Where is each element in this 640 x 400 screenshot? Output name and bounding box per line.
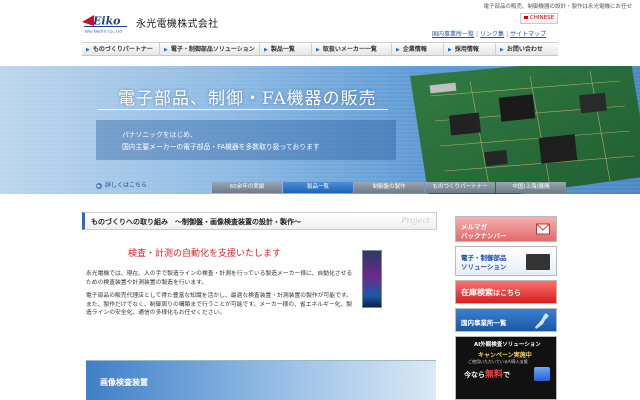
- arrow-right-icon: ▶: [448, 47, 452, 53]
- hero-detail-link[interactable]: ▶ 詳しくはこちら: [96, 180, 147, 189]
- camera-icon: [534, 367, 550, 381]
- eiko-logo-icon: Eiko Eiko Electric Co., Ltd: [82, 15, 127, 34]
- arrow-right-icon: ▶: [316, 47, 320, 53]
- circuit-board-image: [410, 66, 640, 194]
- hero-tab-partner[interactable]: ものづくりパートナー: [425, 182, 495, 193]
- hero-description: パナソニックをはじめ、 国内主要メーカーの電子部品・FA機器を多数取り扱っており…: [122, 129, 320, 153]
- ai-subtitle: ご使用いただいているAI導入支援: [468, 359, 528, 364]
- hero-banner: 電子部品、制御・FA機器の販売 パナソニックをはじめ、 国内主要メーカーの電子部…: [0, 66, 640, 194]
- ai-campaign: キャンペーン実施中: [478, 352, 532, 359]
- nav-item-solution[interactable]: ▶ 電子・制御部品ソリューション: [160, 43, 260, 56]
- arrow-right-icon: ▶: [164, 47, 168, 53]
- feature-body: 永光電機では、現在、人の手で製造ラインの検査・計測を行っている製造メーカー様に、…: [86, 270, 356, 323]
- hero-desc-line: パナソニックをはじめ、: [122, 131, 197, 139]
- utility-links: 国内事業所一覧 | リンク集 | サイトマップ: [432, 29, 546, 38]
- image-inspection-banner[interactable]: 画像検査装置: [86, 360, 436, 400]
- component-photo: [526, 254, 550, 270]
- feature-paragraph: 電子部品の販売代理店として得た豊富な知識を活かし、最適な検査装置・計測装置の製作…: [86, 293, 353, 317]
- nav-item-products[interactable]: ▶ 製品一覧: [260, 43, 312, 56]
- svg-text:Eiko: Eiko: [92, 15, 121, 28]
- arrow-right-icon: ▶: [86, 47, 90, 53]
- nav-item-partner[interactable]: ▶ ものづくりパートナー: [82, 43, 160, 56]
- feature-heading: 検査・計測の自動化を支援いたします: [128, 249, 282, 259]
- japan-map-icon: [535, 313, 549, 329]
- mailmag-banner[interactable]: メルマガ バックナンバー: [455, 216, 557, 242]
- stock-search-banner[interactable]: 在庫検索はこちら: [455, 280, 557, 304]
- inspection-device-image: [362, 250, 382, 308]
- company-name[interactable]: 永光電機株式会社: [136, 15, 218, 30]
- solution-label: ソリューション: [461, 263, 507, 271]
- hero-divider: [98, 109, 388, 110]
- arrow-circle-icon: ▶: [96, 183, 102, 189]
- chinese-label: CHINESE: [529, 15, 555, 21]
- ai-inspection-banner[interactable]: AI外観検査ソリューション キャンペーン実施中 ご使用いただいているAI導入支援…: [455, 336, 557, 400]
- banner-title: 画像検査装置: [100, 378, 148, 387]
- hero-tab-china[interactable]: 中国(上海)展開: [496, 182, 566, 193]
- arrow-right-icon: ▶: [500, 47, 504, 53]
- arrow-right-icon: ▶: [264, 47, 268, 53]
- nav-item-recruit[interactable]: ▶ 採用情報: [444, 43, 496, 56]
- ai-title: AI外観検査ソリューション: [474, 342, 541, 348]
- separator: |: [506, 31, 509, 38]
- header-tagline: 電子部品の販売、制御機器の設計・製作は永光電機にお任せ: [483, 4, 632, 10]
- hero-desc-line: 国内主要メーカーの電子部品・FA機器を多数取り扱っております: [122, 143, 320, 151]
- section-header: ものづくりへの取り組み ～制御盤・画像検査装置の設計・製作～ Project: [82, 212, 437, 230]
- section-watermark: Project: [401, 216, 430, 225]
- chinese-language-button[interactable]: CHINESE: [520, 13, 558, 24]
- solution-banner[interactable]: 電子・制御部品 ソリューション: [455, 246, 557, 276]
- mailmag-label: バックナンバー: [461, 232, 507, 240]
- section-title: ものづくりへの取り組み ～制御盤・画像検査装置の設計・製作～: [91, 218, 301, 226]
- hero-tab-history[interactable]: 60余年の実績: [212, 182, 282, 193]
- flag-icon: [523, 16, 528, 19]
- nav-item-makers[interactable]: ▶ 取扱いメーカー一覧: [312, 43, 392, 56]
- ai-free-label: 今なら無料で: [464, 370, 511, 380]
- site-header: 電子部品の販売、制御機器の設計・製作は永光電機にお任せ Eiko Eiko El…: [0, 0, 640, 42]
- feature-paragraph: 永光電機では、現在、人の手で製造ラインの検査・計測を行っている製造メーカー様に、…: [86, 271, 353, 286]
- offices-label: 国内事業所一覧: [461, 319, 507, 327]
- hero-tab-control-panel[interactable]: 制御盤の製作: [354, 182, 424, 193]
- hero-tabs: 60余年の実績 製品一覧 制御盤の製作 ものづくりパートナー 中国(上海)展開: [212, 182, 566, 193]
- nav-item-contact[interactable]: ▶ お問い合わせ: [496, 43, 558, 56]
- util-link-offices[interactable]: 国内事業所一覧: [432, 31, 474, 38]
- util-link-links[interactable]: リンク集: [480, 31, 504, 38]
- stock-search-label: 在庫検索はこちら: [461, 288, 521, 297]
- hero-tab-products[interactable]: 製品一覧: [283, 182, 353, 193]
- envelope-icon: [536, 223, 550, 235]
- arrow-right-icon: ▶: [396, 47, 400, 53]
- svg-text:Eiko Electric Co., Ltd: Eiko Electric Co., Ltd: [85, 30, 122, 34]
- company-logo[interactable]: Eiko Eiko Electric Co., Ltd: [82, 12, 129, 34]
- offices-banner[interactable]: 国内事業所一覧: [455, 308, 557, 332]
- global-nav: ▶ ものづくりパートナー ▶ 電子・制御部品ソリューション ▶ 製品一覧 ▶ 取扱いメー…: [82, 42, 558, 56]
- separator: |: [476, 31, 479, 38]
- hero-title: 電子部品、制御・FA機器の販売: [118, 89, 377, 109]
- util-link-sitemap[interactable]: サイトマップ: [510, 31, 546, 38]
- nav-item-company[interactable]: ▶ 企業情報: [392, 43, 444, 56]
